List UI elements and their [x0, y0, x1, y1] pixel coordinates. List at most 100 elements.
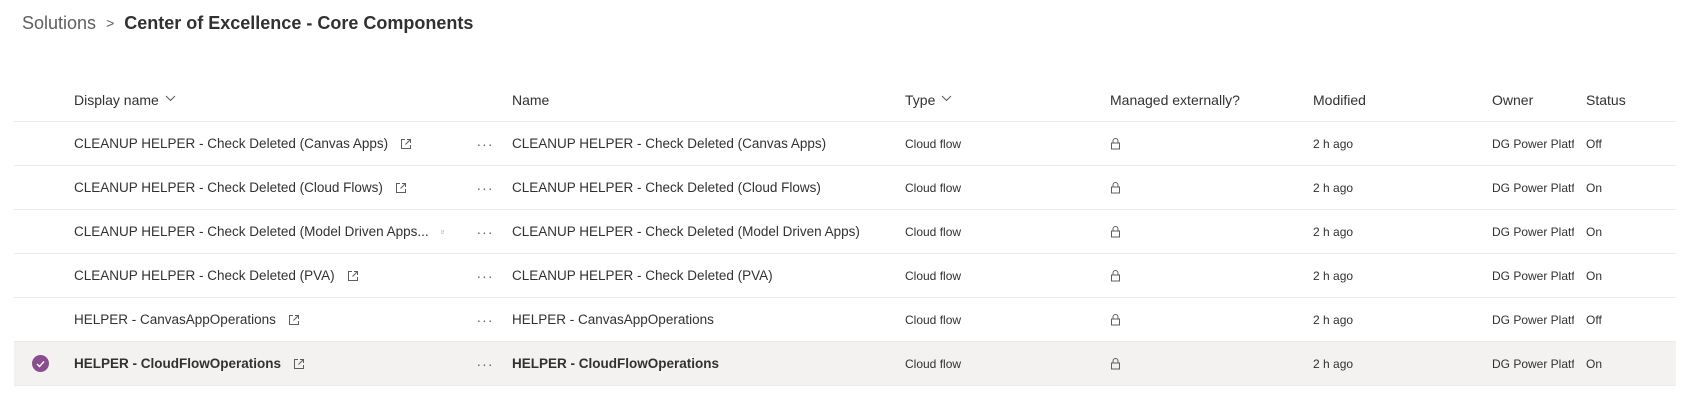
display-name-link[interactable]: CLEANUP HELPER - Check Deleted (PVA) — [74, 268, 335, 283]
display-name-cell: HELPER - CloudFlowOperations — [74, 342, 444, 385]
owner-cell: DG Power Platfo — [1492, 224, 1574, 239]
display-name-link[interactable]: CLEANUP HELPER - Check Deleted (Model Dr… — [74, 224, 429, 239]
type-cell: Cloud flow — [905, 312, 962, 327]
page-title: Center of Excellence - Core Components — [124, 12, 474, 33]
column-header-display-name[interactable]: Display name — [74, 78, 444, 121]
owner-cell: DG Power Platfo — [1492, 356, 1574, 371]
column-header-label: Name — [512, 91, 550, 108]
more-commands-button[interactable]: ··· — [470, 342, 500, 385]
column-header-managed-externally[interactable]: Managed externally? — [1110, 78, 1290, 121]
table-row[interactable]: CLEANUP HELPER - Check Deleted (Model Dr… — [14, 210, 1676, 254]
column-header-name[interactable]: Name — [512, 78, 892, 121]
display-name-cell: CLEANUP HELPER - Check Deleted (Model Dr… — [74, 210, 444, 253]
modified-cell: 2 h ago — [1313, 312, 1354, 327]
display-name-link[interactable]: HELPER - CanvasAppOperations — [74, 312, 276, 327]
name-cell: CLEANUP HELPER - Check Deleted (Cloud Fl… — [512, 180, 821, 195]
type-cell: Cloud flow — [905, 180, 962, 195]
name-cell: CLEANUP HELPER - Check Deleted (Model Dr… — [512, 224, 860, 239]
column-header-label: Type — [905, 91, 936, 108]
column-header-type[interactable]: Type — [905, 78, 1085, 121]
display-name-cell: CLEANUP HELPER - Check Deleted (Cloud Fl… — [74, 166, 444, 209]
type-cell: Cloud flow — [905, 356, 962, 371]
column-header-modified[interactable]: Modified — [1313, 78, 1473, 121]
table-row[interactable]: HELPER - CloudFlowOperations ··· HELPER … — [14, 342, 1676, 386]
open-in-new-icon[interactable] — [395, 182, 407, 194]
display-name-link[interactable]: CLEANUP HELPER - Check Deleted (Canvas A… — [74, 136, 388, 151]
column-header-label: Owner — [1492, 91, 1534, 108]
display-name-link[interactable]: CLEANUP HELPER - Check Deleted (Cloud Fl… — [74, 180, 383, 195]
row-select-cell[interactable] — [28, 210, 52, 253]
row-select-cell[interactable] — [28, 342, 52, 385]
more-commands-button[interactable]: ··· — [470, 210, 500, 253]
lock-icon — [1111, 138, 1120, 150]
lock-icon — [1111, 358, 1120, 370]
table-body: CLEANUP HELPER - Check Deleted (Canvas A… — [14, 122, 1676, 386]
row-select-cell[interactable] — [28, 122, 52, 165]
status-cell: On — [1586, 268, 1603, 283]
name-cell: HELPER - CloudFlowOperations — [512, 356, 720, 371]
table-row[interactable]: CLEANUP HELPER - Check Deleted (Canvas A… — [14, 122, 1676, 166]
row-select-cell[interactable] — [28, 298, 52, 341]
open-in-new-icon[interactable] — [440, 226, 444, 238]
modified-cell: 2 h ago — [1313, 356, 1354, 371]
column-header-owner[interactable]: Owner — [1492, 78, 1574, 121]
owner-cell: DG Power Platfo — [1492, 312, 1574, 327]
name-cell: HELPER - CanvasAppOperations — [512, 312, 714, 327]
column-header-label: Managed externally? — [1110, 91, 1240, 108]
owner-cell: DG Power Platfo — [1492, 180, 1574, 195]
table-header: Display name Name Type Managed externall… — [14, 78, 1676, 122]
modified-cell: 2 h ago — [1313, 224, 1354, 239]
managed-externally-cell — [1110, 254, 1290, 297]
row-select-cell[interactable] — [28, 254, 52, 297]
breadcrumb: Solutions > Center of Excellence - Core … — [22, 10, 473, 36]
name-cell: CLEANUP HELPER - Check Deleted (Canvas A… — [512, 136, 827, 151]
more-commands-button[interactable]: ··· — [470, 298, 500, 341]
modified-cell: 2 h ago — [1313, 180, 1354, 195]
breadcrumb-solutions-link[interactable]: Solutions — [22, 13, 96, 34]
managed-externally-cell — [1110, 342, 1290, 385]
more-commands-button[interactable]: ··· — [470, 122, 500, 165]
type-cell: Cloud flow — [905, 224, 962, 239]
status-cell: On — [1586, 180, 1603, 195]
status-cell: On — [1586, 356, 1603, 371]
open-in-new-icon[interactable] — [400, 138, 412, 150]
status-cell: On — [1586, 224, 1603, 239]
modified-cell: 2 h ago — [1313, 268, 1354, 283]
type-cell: Cloud flow — [905, 136, 962, 151]
table-row[interactable]: CLEANUP HELPER - Check Deleted (PVA) ···… — [14, 254, 1676, 298]
open-in-new-icon[interactable] — [288, 314, 300, 326]
open-in-new-icon[interactable] — [293, 358, 305, 370]
open-in-new-icon[interactable] — [347, 270, 359, 282]
table-row[interactable]: CLEANUP HELPER - Check Deleted (Cloud Fl… — [14, 166, 1676, 210]
column-header-label: Display name — [74, 91, 159, 108]
modified-cell: 2 h ago — [1313, 136, 1354, 151]
lock-icon — [1111, 226, 1120, 238]
chevron-down-icon — [941, 95, 952, 102]
checkmark-circle-icon[interactable] — [31, 355, 49, 372]
more-commands-button[interactable]: ··· — [470, 254, 500, 297]
table-row[interactable]: HELPER - CanvasAppOperations ··· HELPER … — [14, 298, 1676, 342]
name-cell: CLEANUP HELPER - Check Deleted (PVA) — [512, 268, 773, 283]
breadcrumb-separator: > — [106, 15, 115, 31]
lock-icon — [1111, 314, 1120, 326]
row-select-cell[interactable] — [28, 166, 52, 209]
display-name-link[interactable]: HELPER - CloudFlowOperations — [74, 356, 281, 371]
column-header-label: Modified — [1313, 91, 1366, 108]
solution-components-table: Display name Name Type Managed externall… — [14, 78, 1676, 386]
type-cell: Cloud flow — [905, 268, 962, 283]
managed-externally-cell — [1110, 122, 1290, 165]
lock-icon — [1111, 182, 1120, 194]
display-name-cell: CLEANUP HELPER - Check Deleted (Canvas A… — [74, 122, 444, 165]
chevron-down-icon — [165, 95, 176, 102]
status-cell: Off — [1586, 312, 1602, 327]
managed-externally-cell — [1110, 298, 1290, 341]
display-name-cell: HELPER - CanvasAppOperations — [74, 298, 444, 341]
owner-cell: DG Power Platfo — [1492, 268, 1574, 283]
lock-icon — [1111, 270, 1120, 282]
owner-cell: DG Power Platfo — [1492, 136, 1574, 151]
more-commands-button[interactable]: ··· — [470, 166, 500, 209]
managed-externally-cell — [1110, 210, 1290, 253]
column-header-status[interactable]: Status — [1586, 78, 1646, 121]
column-header-label: Status — [1586, 91, 1626, 108]
display-name-cell: CLEANUP HELPER - Check Deleted (PVA) — [74, 254, 444, 297]
